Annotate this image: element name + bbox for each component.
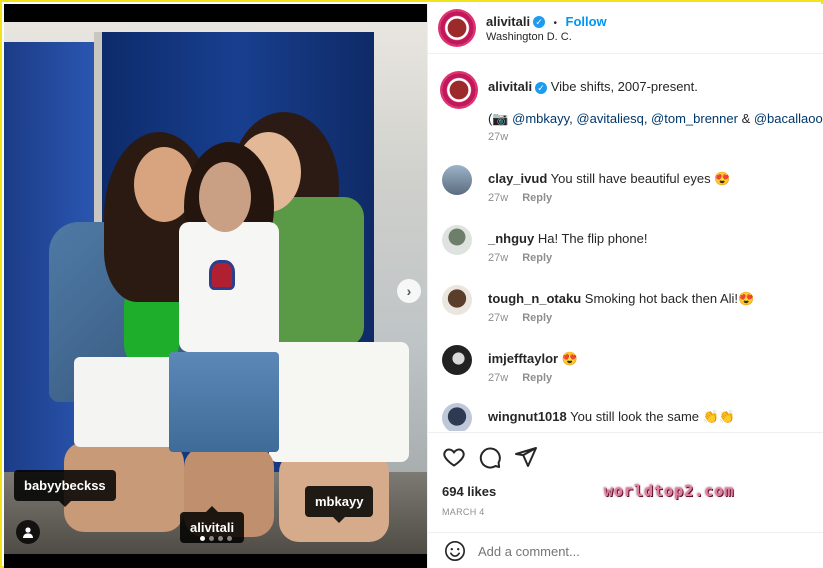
user-tag-label: mbkayy (315, 494, 364, 509)
post-actions: 694 likes MARCH 4 worldtop2.com (428, 432, 823, 532)
verified-icon: ✓ (533, 15, 546, 28)
comment-meta: 27w Reply (488, 252, 552, 264)
comment-meta: 27w Reply (488, 192, 552, 204)
comment-input[interactable] (478, 541, 798, 561)
caption-mentions: (📷 @mbkayy, @avitaliesq, @tom_brenner & … (488, 111, 823, 127)
author-avatar[interactable] (440, 11, 474, 45)
post-date: MARCH 4 (442, 507, 485, 517)
mention-link[interactable]: @bacallaooo (754, 111, 823, 126)
comment-row: imjefftaylor 😍 27w Reply (442, 345, 822, 395)
header-separator: • (553, 18, 558, 29)
commenter-avatar[interactable] (442, 165, 472, 195)
person-1-skirt (74, 357, 184, 447)
comment-row: tough_n_otaku Smoking hot back then Ali!… (442, 285, 822, 335)
caption-row: alivitali ✓ Vibe shifts, 2007-present. (📷… (442, 73, 823, 143)
comment-username[interactable]: clay_ivud (488, 171, 547, 186)
screenshot-frame: › babyybeckss alivitali mbkayy alivitali… (0, 0, 823, 568)
comment-text: You still look the same 👏👏 (570, 409, 735, 424)
comment-text: Smoking hot back then Ali!😍 (584, 291, 755, 306)
caption-line: alivitali ✓ Vibe shifts, 2007-present. (488, 79, 698, 94)
commenter-avatar[interactable] (442, 345, 472, 375)
post-photo-panel[interactable]: › babyybeckss alivitali mbkayy (4, 4, 427, 568)
carousel-dot (209, 536, 214, 541)
comment-time: 27w (488, 312, 509, 324)
person-2-shirt-badge (209, 260, 235, 290)
person-3-top (269, 197, 364, 347)
comments-list[interactable]: alivitali ✓ Vibe shifts, 2007-present. (📷… (428, 55, 823, 431)
carousel-next-button[interactable]: › (397, 279, 421, 303)
reply-button[interactable]: Reply (522, 192, 552, 204)
person-2-skirt (169, 352, 279, 452)
reply-button[interactable]: Reply (522, 312, 552, 324)
commenter-avatar[interactable] (442, 225, 472, 255)
mention-link[interactable]: @tom_brenner (651, 111, 738, 126)
user-tag-label: alivitali (190, 520, 235, 535)
reply-button[interactable]: Reply (522, 372, 552, 384)
comment-line: _nhguy Ha! The flip phone! (488, 231, 647, 246)
caption-text: Vibe shifts, 2007-present. (550, 79, 698, 94)
carousel-dot (218, 536, 223, 541)
follow-button[interactable]: Follow (566, 14, 607, 29)
comment-time: 27w (488, 252, 509, 264)
comment-meta: 27w Reply (488, 312, 552, 324)
author-line: alivitali ✓ • Follow (486, 13, 607, 31)
verified-icon: ✓ (535, 81, 548, 94)
carousel-dot (227, 536, 232, 541)
user-icon (23, 527, 33, 538)
post-location[interactable]: Washington D. C. (486, 31, 572, 43)
comment-row: clay_ivud You still have beautiful eyes … (442, 165, 822, 215)
reply-button[interactable]: Reply (522, 252, 552, 264)
comment-row: wingnut1018 You still look the same 👏👏 (442, 403, 822, 431)
commenter-avatar[interactable] (442, 403, 472, 431)
comment-username[interactable]: imjefftaylor (488, 351, 558, 366)
person-2-face (199, 162, 251, 232)
carousel-dots (200, 536, 232, 541)
mention-link[interactable]: @avitaliesq (576, 111, 643, 126)
comment-time: 27w (488, 192, 509, 204)
caption-mentions-prefix: (📷 (488, 111, 513, 126)
share-send-icon[interactable] (514, 445, 538, 469)
comment-text: 😍 (561, 351, 578, 366)
comment-line: clay_ivud You still have beautiful eyes … (488, 171, 730, 187)
comment-line: wingnut1018 You still look the same 👏👏 (488, 409, 735, 425)
user-tag-babyybeckss[interactable]: babyybeckss (14, 470, 116, 507)
chevron-right-icon: › (406, 283, 412, 299)
mention-separator: & (737, 111, 754, 126)
commenter-avatar[interactable] (442, 285, 472, 315)
tagged-users-button[interactable] (16, 520, 40, 544)
user-tag-mbkayy[interactable]: mbkayy (305, 486, 374, 523)
add-comment-bar (428, 532, 823, 568)
comment-line: imjefftaylor 😍 (488, 351, 578, 367)
comment-line: tough_n_otaku Smoking hot back then Ali!… (488, 291, 754, 307)
comment-text: You still have beautiful eyes 😍 (550, 171, 731, 186)
carousel-dot-active (200, 536, 205, 541)
post-header: alivitali ✓ • Follow Washington D. C. (428, 4, 823, 54)
likes-count[interactable]: 694 likes (442, 484, 496, 499)
caption-time: 27w (488, 131, 509, 143)
emoji-smiley-icon[interactable] (444, 540, 466, 562)
author-username[interactable]: alivitali (486, 14, 530, 29)
comment-username[interactable]: _nhguy (488, 231, 534, 246)
comment-row: _nhguy Ha! The flip phone! 27w Reply (442, 225, 822, 275)
comment-username[interactable]: tough_n_otaku (488, 291, 581, 306)
caption-avatar[interactable] (442, 73, 476, 107)
person-3-skirt (269, 342, 409, 462)
comment-time: 27w (488, 372, 509, 384)
user-tag-label: babyybeckss (24, 478, 106, 493)
watermark: worldtop2.com (604, 482, 735, 500)
comment-bubble-icon[interactable] (478, 445, 502, 469)
comment-meta: 27w Reply (488, 372, 552, 384)
caption-username[interactable]: alivitali (488, 79, 532, 94)
comment-username[interactable]: wingnut1018 (488, 409, 567, 424)
mention-separator: , (643, 111, 652, 126)
post-details-panel: alivitali ✓ • Follow Washington D. C. ali… (427, 4, 823, 568)
comment-text: Ha! The flip phone! (537, 231, 648, 246)
mention-link[interactable]: @mbkayy (512, 111, 569, 126)
like-heart-icon[interactable] (442, 445, 466, 469)
